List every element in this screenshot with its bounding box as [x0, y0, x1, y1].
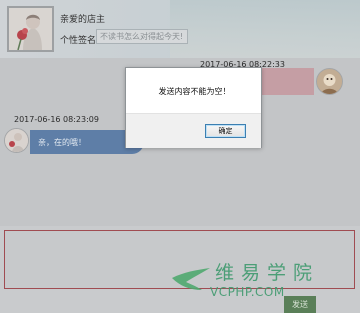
chat-page: 亲爱的店主 个性签名： 不读书怎么对得起今天! 2017-06-16 08:22… — [0, 0, 360, 313]
profile-header: 亲爱的店主 个性签名： 不读书怎么对得起今天! — [0, 0, 360, 58]
message-timestamp: 2017-06-16 08:23:09 — [14, 115, 99, 124]
site-watermark: 维易学院 VCPHP.COM — [170, 258, 360, 300]
shop-avatar — [7, 6, 54, 52]
signature-input[interactable]: 不读书怎么对得起今天! — [96, 29, 188, 44]
alert-dialog: 发送内容不能为空！ 确定 — [125, 67, 262, 148]
shop-nickname: 亲爱的店主 — [60, 15, 106, 25]
watermark-domain-text: VCPHP.COM — [210, 285, 285, 299]
shop-avatar-small — [4, 128, 29, 153]
swoosh-logo-icon — [172, 268, 210, 290]
alert-message: 发送内容不能为空！ — [158, 87, 231, 96]
header-background — [170, 0, 360, 58]
watermark-chinese-text: 维易学院 — [215, 262, 320, 284]
alert-footer: 确定 — [126, 113, 261, 148]
send-button[interactable]: 发送 — [284, 296, 316, 313]
user-avatar — [316, 68, 343, 95]
message-text: 亲，在的哦！ — [38, 138, 86, 147]
ok-button[interactable]: 确定 — [205, 124, 246, 138]
